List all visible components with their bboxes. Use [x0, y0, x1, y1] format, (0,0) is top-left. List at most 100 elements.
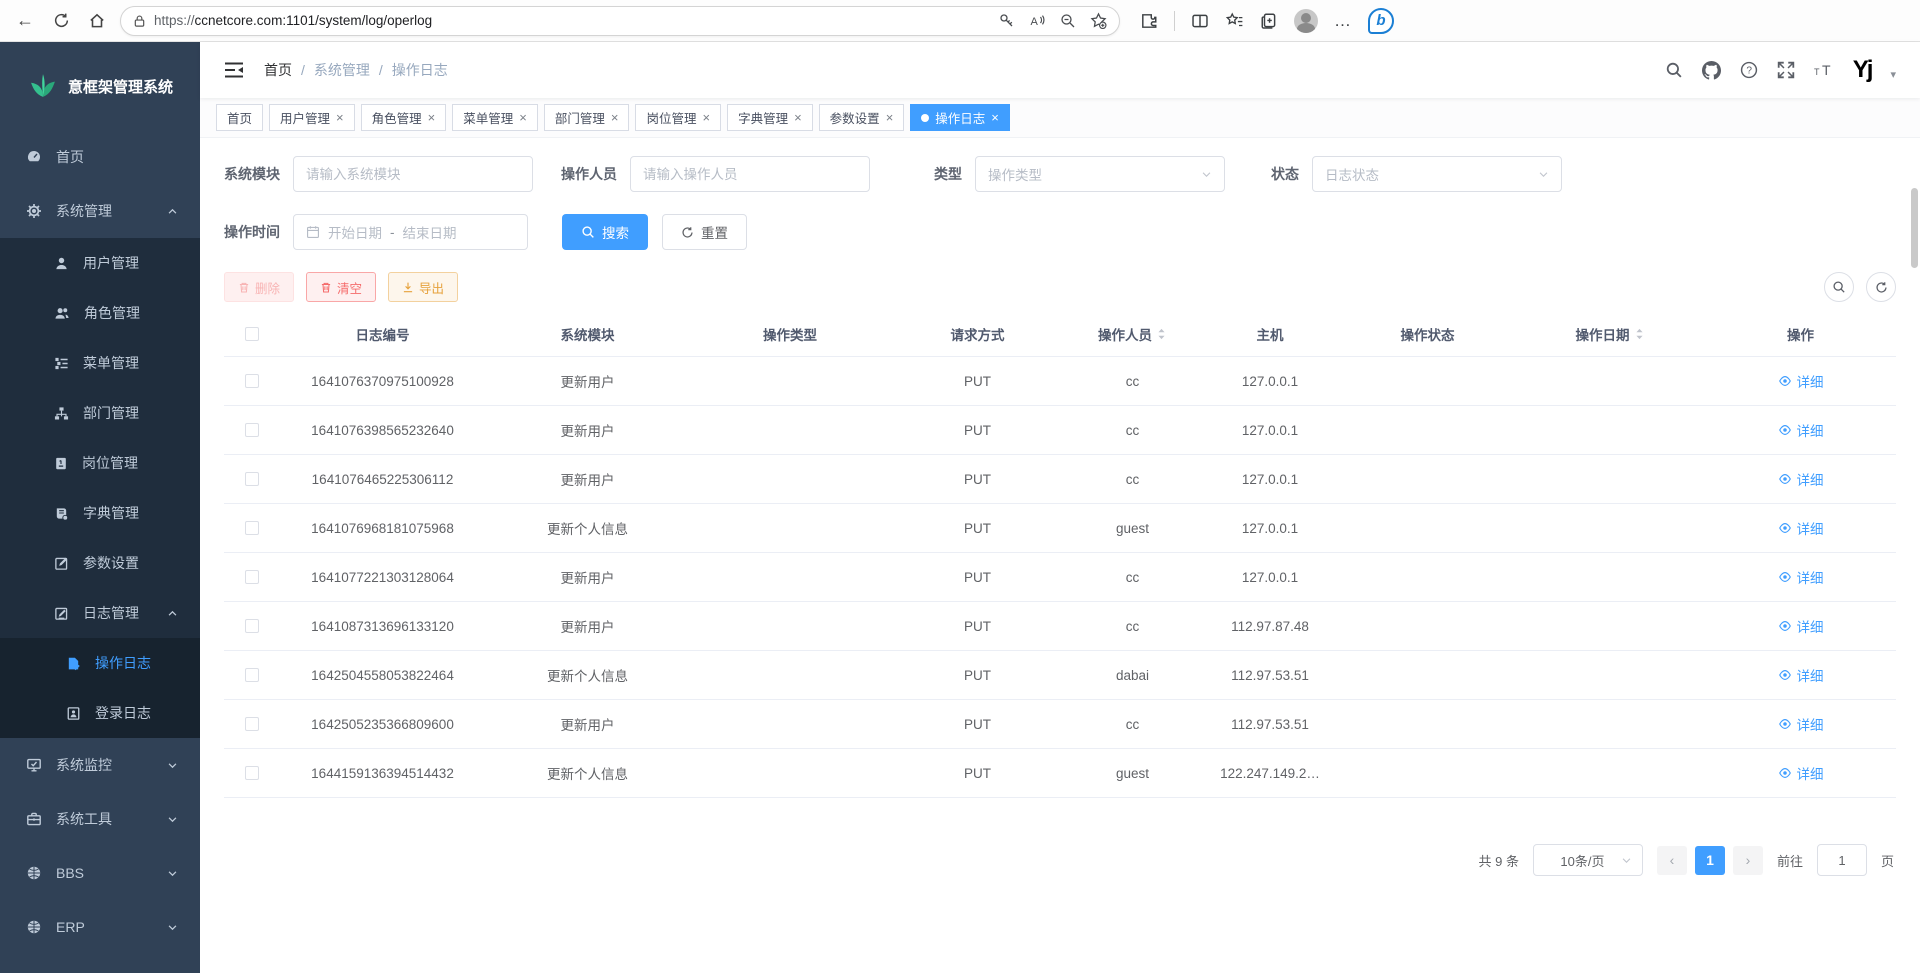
page-size-select[interactable]: 10条/页: [1533, 844, 1643, 876]
font-size-icon[interactable]: TT: [1814, 61, 1834, 79]
zoom-out-icon[interactable]: [1060, 13, 1076, 29]
current-page-button[interactable]: 1: [1695, 846, 1725, 875]
detail-link[interactable]: 详细: [1778, 616, 1824, 636]
row-checkbox[interactable]: [245, 717, 259, 731]
sidebar-item-config[interactable]: 参数设置: [0, 538, 200, 588]
browser-home-button[interactable]: [82, 6, 112, 36]
module-input[interactable]: [306, 167, 520, 182]
close-icon[interactable]: ×: [991, 110, 999, 125]
prev-page-button[interactable]: ‹: [1657, 846, 1687, 875]
user-avatar-logo[interactable]: Yj: [1853, 58, 1872, 82]
reset-button[interactable]: 重置: [662, 214, 747, 250]
sidebar-item-yi-framework[interactable]: Yi框架: [0, 954, 200, 973]
sidebar-item-system[interactable]: 系统管理: [0, 184, 200, 238]
breadcrumb-home[interactable]: 首页: [264, 60, 292, 80]
tab-config[interactable]: 参数设置×: [819, 104, 905, 131]
tab-dicts[interactable]: 字典管理×: [727, 104, 813, 131]
read-aloud-icon[interactable]: A: [1029, 13, 1046, 29]
export-button[interactable]: 导出: [388, 272, 458, 302]
detail-link[interactable]: 详细: [1778, 518, 1824, 538]
favorites-bar-icon[interactable]: [1225, 12, 1244, 30]
detail-link[interactable]: 详细: [1778, 371, 1824, 391]
detail-link[interactable]: 详细: [1778, 567, 1824, 587]
breadcrumb-system[interactable]: 系统管理: [314, 60, 370, 80]
sidebar-item-operlog[interactable]: 操作日志: [0, 638, 200, 688]
split-screen-icon[interactable]: [1191, 12, 1209, 30]
daterange-picker[interactable]: 开始日期 - 结束日期: [293, 214, 528, 250]
sort-icon[interactable]: [1634, 327, 1645, 341]
lock-icon[interactable]: [133, 14, 146, 28]
close-icon[interactable]: ×: [794, 110, 802, 125]
close-icon[interactable]: ×: [336, 110, 344, 125]
sidebar-item-users[interactable]: 用户管理: [0, 238, 200, 288]
search-button[interactable]: 搜索: [562, 214, 648, 250]
bing-chat-icon[interactable]: b: [1368, 8, 1394, 34]
refresh-table-button[interactable]: [1866, 272, 1896, 302]
select-all-checkbox[interactable]: [245, 327, 259, 341]
close-icon[interactable]: ×: [886, 110, 894, 125]
sidebar-item-erp[interactable]: ERP: [0, 900, 200, 954]
favorite-add-icon[interactable]: [1090, 12, 1107, 29]
browser-profile-avatar[interactable]: [1294, 9, 1318, 33]
extensions-icon[interactable]: [1140, 12, 1158, 30]
sidebar-item-depts[interactable]: 部门管理: [0, 388, 200, 438]
sort-icon[interactable]: [1156, 327, 1167, 341]
row-checkbox[interactable]: [245, 766, 259, 780]
tab-operlog-active[interactable]: 操作日志×: [910, 104, 1010, 131]
row-checkbox[interactable]: [245, 619, 259, 633]
start-date-placeholder[interactable]: 开始日期: [328, 222, 382, 242]
help-icon[interactable]: ?: [1740, 61, 1758, 79]
detail-link[interactable]: 详细: [1778, 714, 1824, 734]
row-checkbox[interactable]: [245, 423, 259, 437]
next-page-button[interactable]: ›: [1733, 846, 1763, 875]
tab-depts[interactable]: 部门管理×: [544, 104, 630, 131]
sidebar-item-posts[interactable]: 岗位管理: [0, 438, 200, 488]
detail-link[interactable]: 详细: [1778, 469, 1824, 489]
collapse-sidebar-icon[interactable]: [224, 61, 244, 79]
type-select[interactable]: 操作类型: [975, 156, 1225, 192]
close-icon[interactable]: ×: [428, 110, 436, 125]
row-checkbox[interactable]: [245, 472, 259, 486]
close-icon[interactable]: ×: [611, 110, 619, 125]
clear-button[interactable]: 清空: [306, 272, 376, 302]
header-search-icon[interactable]: [1665, 61, 1683, 79]
browser-back-button[interactable]: ←: [10, 6, 40, 36]
col-date[interactable]: 操作日期: [1515, 324, 1705, 344]
fullscreen-icon[interactable]: [1777, 61, 1795, 79]
detail-link[interactable]: 详细: [1778, 420, 1824, 440]
detail-link[interactable]: 详细: [1778, 763, 1824, 783]
collections-icon[interactable]: [1260, 12, 1278, 30]
page-scrollbar[interactable]: [1911, 188, 1918, 973]
sidebar-item-bbs[interactable]: BBS: [0, 846, 200, 900]
tab-posts[interactable]: 岗位管理×: [635, 104, 721, 131]
tab-users[interactable]: 用户管理×: [269, 104, 355, 131]
sidebar-item-loginlog[interactable]: 登录日志: [0, 688, 200, 738]
operator-input[interactable]: [643, 167, 857, 182]
sidebar-item-dicts[interactable]: 字典管理: [0, 488, 200, 538]
close-icon[interactable]: ×: [519, 110, 527, 125]
toggle-search-button[interactable]: [1824, 272, 1854, 302]
detail-link[interactable]: 详细: [1778, 665, 1824, 685]
sidebar-item-monitor[interactable]: 系统监控: [0, 738, 200, 792]
browser-refresh-button[interactable]: [46, 6, 76, 36]
sidebar-item-tools[interactable]: 系统工具: [0, 792, 200, 846]
github-icon[interactable]: [1702, 61, 1721, 80]
col-operator[interactable]: 操作人员: [1065, 324, 1200, 344]
sidebar-item-logs[interactable]: 日志管理: [0, 588, 200, 638]
goto-page-input[interactable]: [1817, 844, 1867, 876]
sidebar-item-menus[interactable]: 菜单管理: [0, 338, 200, 388]
sidebar-item-roles[interactable]: 角色管理: [0, 288, 200, 338]
sidebar-item-home[interactable]: 首页: [0, 130, 200, 184]
row-checkbox[interactable]: [245, 374, 259, 388]
row-checkbox[interactable]: [245, 521, 259, 535]
row-checkbox[interactable]: [245, 570, 259, 584]
status-select[interactable]: 日志状态: [1312, 156, 1562, 192]
delete-button[interactable]: 删除: [224, 272, 294, 302]
tab-menus[interactable]: 菜单管理×: [452, 104, 538, 131]
row-checkbox[interactable]: [245, 668, 259, 682]
end-date-placeholder[interactable]: 结束日期: [403, 222, 457, 242]
user-menu-caret-icon[interactable]: ▾: [1890, 68, 1896, 81]
password-key-icon[interactable]: [999, 13, 1015, 29]
tab-roles[interactable]: 角色管理×: [361, 104, 447, 131]
address-bar[interactable]: https://ccnetcore.com:1101/system/log/op…: [120, 6, 1120, 36]
